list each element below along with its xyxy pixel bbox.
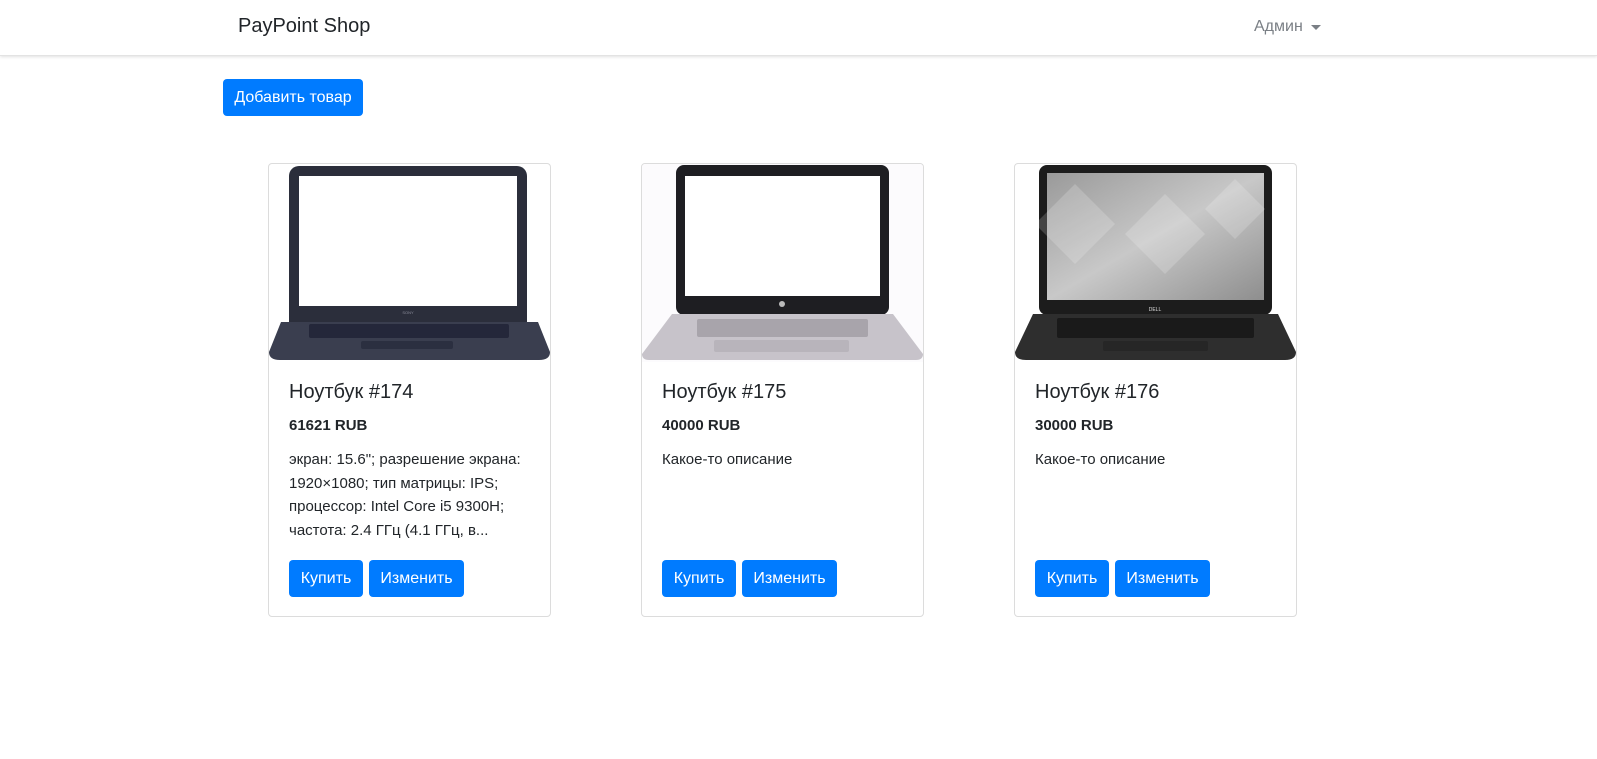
product-price: 40000 RUB [662,417,741,434]
svg-text:DELL: DELL [1149,307,1162,313]
buy-button[interactable]: Купить [289,560,363,597]
product-title: Ноутбук #175 [662,381,787,403]
product-card: Ноутбук #175 40000 RUB Какое-то описание… [641,163,924,617]
product-image [642,164,923,362]
add-product-button[interactable]: Добавить товар [223,79,363,116]
edit-button[interactable]: Изменить [369,560,464,597]
product-title: Ноутбук #176 [1035,381,1160,403]
product-card: DELL Ноутбук #176 30000 RUB Какое-то опи… [1014,163,1297,617]
user-menu-label: Админ [1254,18,1303,35]
product-image: DELL [1015,164,1296,362]
buy-button[interactable]: Купить [662,560,736,597]
product-price: 61621 RUB [289,417,368,434]
buy-button[interactable]: Купить [1035,560,1109,597]
product-title: Ноутбук #174 [289,381,414,403]
navbar: PayPoint Shop Админ [0,0,1597,56]
brand-link[interactable]: PayPoint Shop [238,15,370,38]
svg-text:SONY: SONY [402,310,414,315]
product-description: Какое-то описание [662,451,793,468]
laptop-image: SONY [269,166,550,360]
chevron-down-icon [1310,25,1321,30]
edit-button[interactable]: Изменить [1115,560,1210,597]
laptop-image [642,164,923,362]
product-price: 30000 RUB [1035,417,1114,434]
laptop-image: DELL [1015,165,1296,360]
edit-button[interactable]: Изменить [742,560,837,597]
product-image: SONY [269,164,550,362]
user-menu-dropdown[interactable]: Админ [1254,18,1321,36]
product-description: Какое-то описание [1035,451,1166,468]
product-card: SONY Ноутбук #174 61621 RUB экран: 15.6"… [268,163,551,617]
product-description: экран: 15.6"; разрешение экрана: 1920×10… [289,451,521,539]
